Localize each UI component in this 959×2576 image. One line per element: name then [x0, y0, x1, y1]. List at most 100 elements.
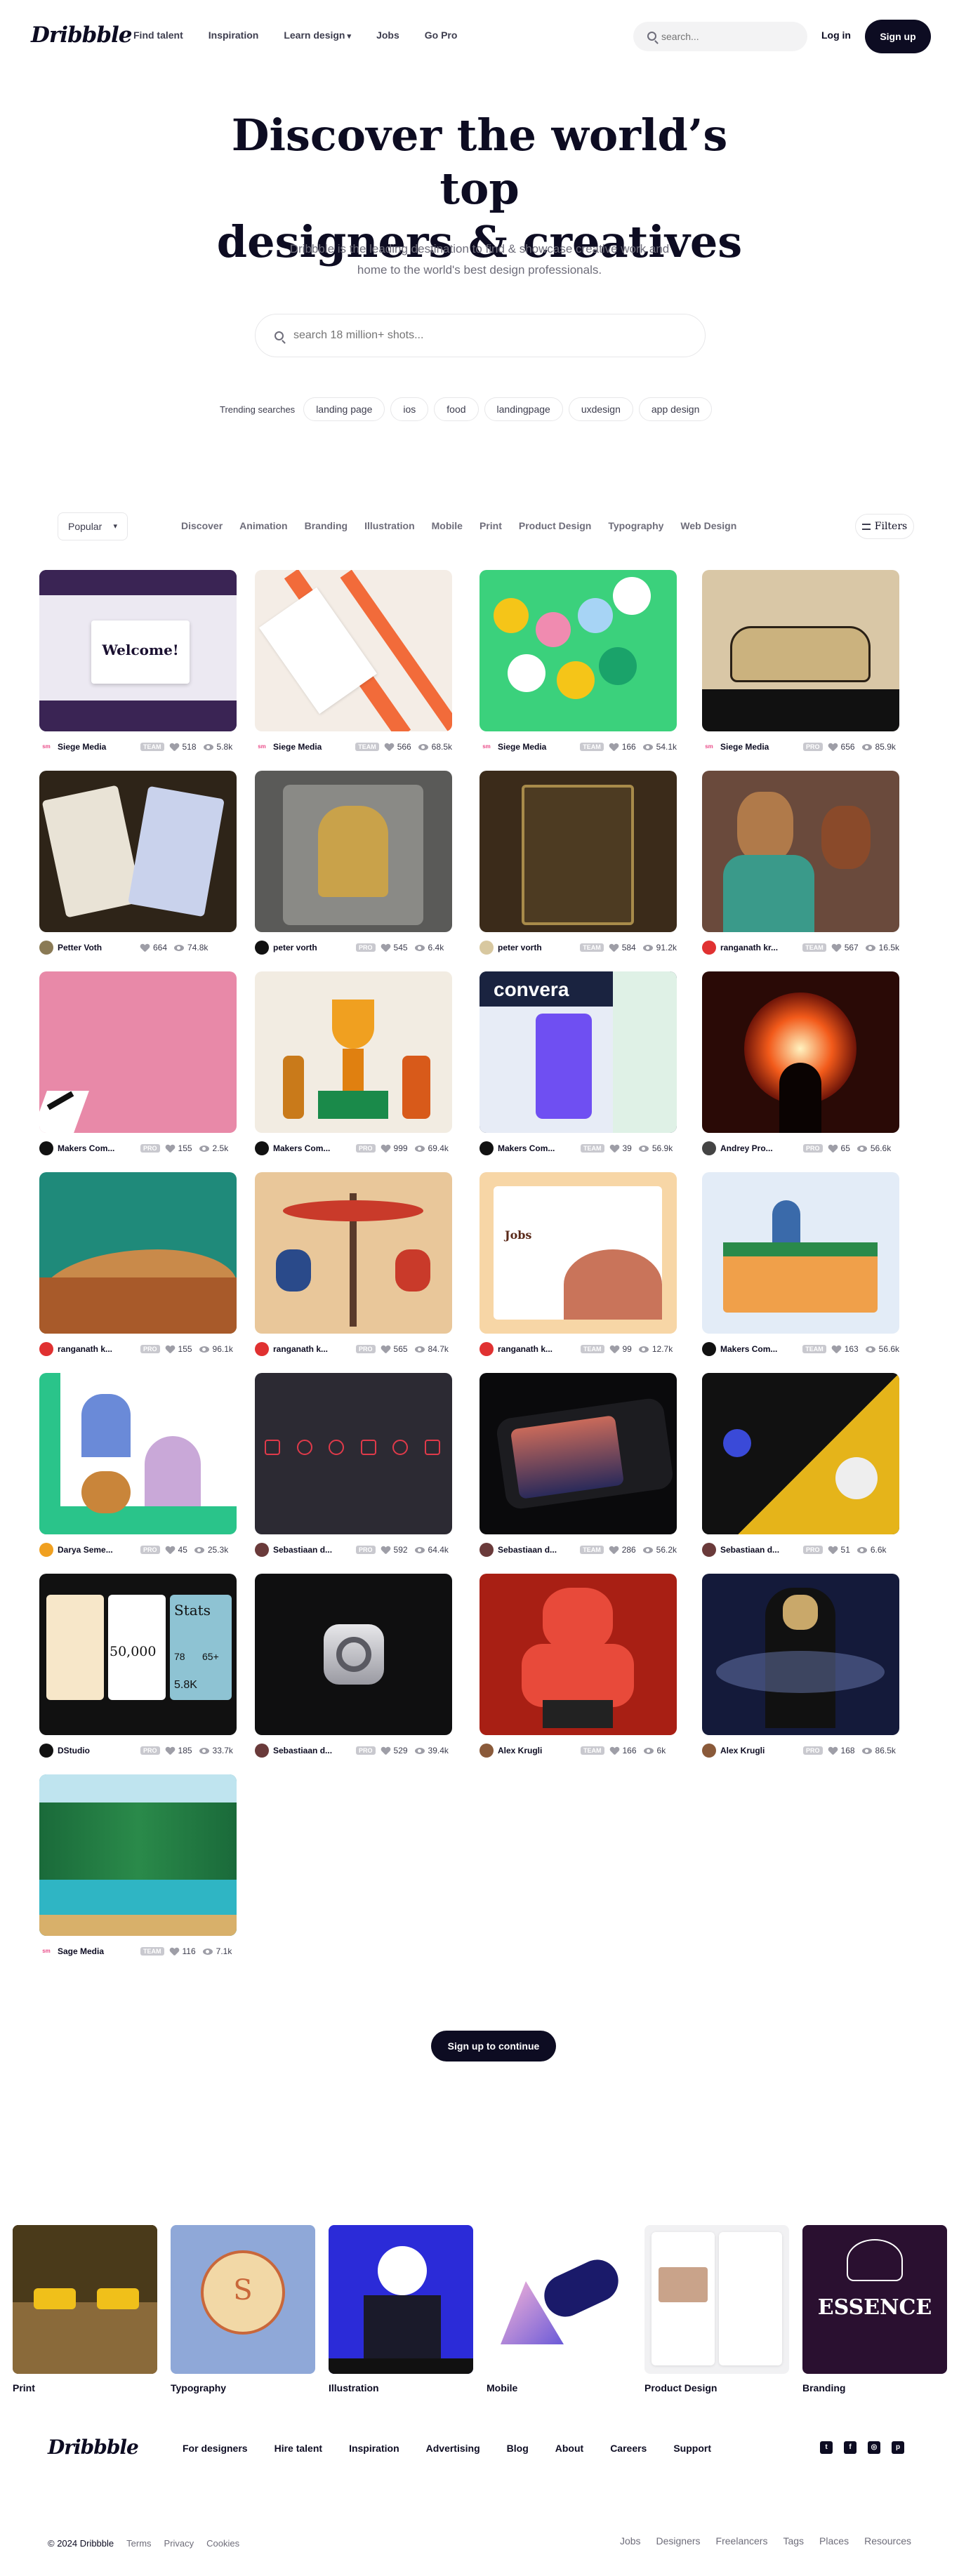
shot-author[interactable]: Makers Com...	[273, 1143, 356, 1153]
avatar[interactable]: sm	[255, 740, 269, 754]
filters-button[interactable]: Filters	[855, 514, 914, 539]
category-name[interactable]: Illustration	[329, 2382, 473, 2394]
heart-icon[interactable]	[381, 1346, 390, 1353]
shot-thumbnail[interactable]	[39, 1774, 237, 1936]
tab-discover[interactable]: Discover	[181, 520, 223, 531]
shot-author[interactable]: Siege Media	[498, 742, 580, 752]
category-card[interactable]: S Typography	[171, 2225, 315, 2394]
shot-author[interactable]: peter vorth	[273, 943, 356, 952]
shot-author[interactable]: DStudio	[58, 1746, 140, 1755]
shot-thumbnail[interactable]	[255, 1172, 452, 1334]
tab-branding[interactable]: Branding	[305, 520, 348, 531]
shot-thumbnail[interactable]	[479, 570, 677, 731]
avatar[interactable]	[479, 1342, 494, 1356]
avatar[interactable]	[702, 1543, 716, 1557]
heart-icon[interactable]	[166, 1145, 175, 1153]
footer-sublink[interactable]: Designers	[656, 2535, 701, 2547]
nav-go-pro[interactable]: Go Pro	[425, 29, 458, 41]
footer-link[interactable]: About	[555, 2443, 583, 2454]
cookies-link[interactable]: Cookies	[206, 2538, 239, 2549]
shot-thumbnail[interactable]	[255, 570, 452, 731]
footer-sublink[interactable]: Places	[819, 2535, 849, 2547]
avatar[interactable]: sm	[39, 740, 53, 754]
footer-sublink[interactable]: Freelancers	[716, 2535, 768, 2547]
footer-link[interactable]: For designers	[183, 2443, 248, 2454]
instagram-icon[interactable]: ◎	[868, 2441, 880, 2454]
shot-thumbnail[interactable]	[702, 771, 899, 932]
heart-icon[interactable]	[832, 1346, 841, 1353]
heart-icon[interactable]	[609, 743, 619, 751]
shot-thumbnail[interactable]	[702, 570, 899, 731]
category-card[interactable]: Print	[13, 2225, 157, 2394]
hero-search-input[interactable]	[293, 314, 687, 357]
shot-thumbnail[interactable]	[255, 1373, 452, 1534]
tab-product-design[interactable]: Product Design	[519, 520, 591, 531]
heart-icon[interactable]	[166, 1546, 175, 1554]
heart-icon[interactable]	[610, 1747, 619, 1755]
avatar[interactable]	[39, 941, 53, 955]
avatar[interactable]	[702, 941, 716, 955]
shot-author[interactable]: Sage Media	[58, 1946, 140, 1956]
avatar[interactable]	[479, 1141, 494, 1155]
avatar[interactable]: sm	[39, 1944, 53, 1958]
footer-sublink[interactable]: Resources	[864, 2535, 911, 2547]
heart-icon[interactable]	[166, 1747, 175, 1755]
tab-animation[interactable]: Animation	[239, 520, 287, 531]
privacy-link[interactable]: Privacy	[164, 2538, 194, 2549]
avatar[interactable]	[255, 1141, 269, 1155]
category-image[interactable]	[487, 2225, 631, 2374]
category-image[interactable]	[329, 2225, 473, 2374]
category-name[interactable]: Branding	[802, 2382, 947, 2394]
footer-link[interactable]: Inspiration	[349, 2443, 399, 2454]
heart-icon[interactable]	[828, 1546, 838, 1554]
heart-icon[interactable]	[381, 944, 390, 952]
shot-author[interactable]: peter vorth	[498, 943, 580, 952]
trending-tag[interactable]: ios	[390, 397, 429, 421]
footer-link[interactable]: Blog	[507, 2443, 529, 2454]
footer-link[interactable]: Advertising	[426, 2443, 480, 2454]
shot-thumbnail[interactable]: Jobs	[479, 1172, 677, 1334]
shot-author[interactable]: Petter Voth	[58, 943, 140, 952]
nav-inspiration[interactable]: Inspiration	[209, 29, 259, 41]
shot-thumbnail[interactable]: 50,000 Stats 78 65+ 5.8K	[39, 1574, 237, 1735]
shot-thumbnail[interactable]	[39, 771, 237, 932]
shot-author[interactable]: Sebastiaan d...	[273, 1545, 356, 1555]
trending-tag[interactable]: food	[434, 397, 479, 421]
avatar[interactable]	[479, 1543, 494, 1557]
footer-logo[interactable]: Dribbble	[48, 2436, 139, 2459]
shot-thumbnail[interactable]	[702, 1574, 899, 1735]
tab-typography[interactable]: Typography	[608, 520, 663, 531]
heart-icon[interactable]	[610, 1346, 619, 1353]
avatar[interactable]	[702, 1744, 716, 1758]
avatar[interactable]	[479, 941, 494, 955]
terms-link[interactable]: Terms	[126, 2538, 151, 2549]
heart-icon[interactable]	[381, 1747, 390, 1755]
shot-thumbnail[interactable]	[479, 771, 677, 932]
category-card[interactable]: Product Design	[644, 2225, 789, 2394]
shot-author[interactable]: Darya Seme...	[58, 1545, 140, 1555]
footer-link[interactable]: Hire talent	[275, 2443, 322, 2454]
shot-author[interactable]: Alex Krugli	[498, 1746, 581, 1755]
shot-thumbnail[interactable]	[39, 971, 237, 1133]
tab-mobile[interactable]: Mobile	[432, 520, 463, 531]
heart-icon[interactable]	[609, 944, 619, 952]
category-card[interactable]: Illustration	[329, 2225, 473, 2394]
avatar[interactable]: sm	[479, 740, 494, 754]
category-image[interactable]: ESSENCE	[802, 2225, 947, 2374]
footer-sublink[interactable]: Tags	[783, 2535, 804, 2547]
shot-author[interactable]: ranganath k...	[498, 1344, 581, 1354]
avatar[interactable]	[255, 1543, 269, 1557]
avatar[interactable]	[255, 941, 269, 955]
shot-author[interactable]: Alex Krugli	[720, 1746, 803, 1755]
shot-author[interactable]: Siege Media	[720, 742, 803, 752]
heart-icon[interactable]	[828, 1747, 838, 1755]
tab-illustration[interactable]: Illustration	[364, 520, 415, 531]
category-name[interactable]: Mobile	[487, 2382, 631, 2394]
heart-icon[interactable]	[609, 1546, 619, 1554]
heart-icon[interactable]	[140, 944, 150, 952]
shot-thumbnail[interactable]	[479, 1574, 677, 1735]
heart-icon[interactable]	[166, 1346, 175, 1353]
header-search-input[interactable]	[661, 22, 802, 51]
shot-thumbnail[interactable]: Welcome!	[39, 570, 237, 731]
avatar[interactable]	[39, 1543, 53, 1557]
